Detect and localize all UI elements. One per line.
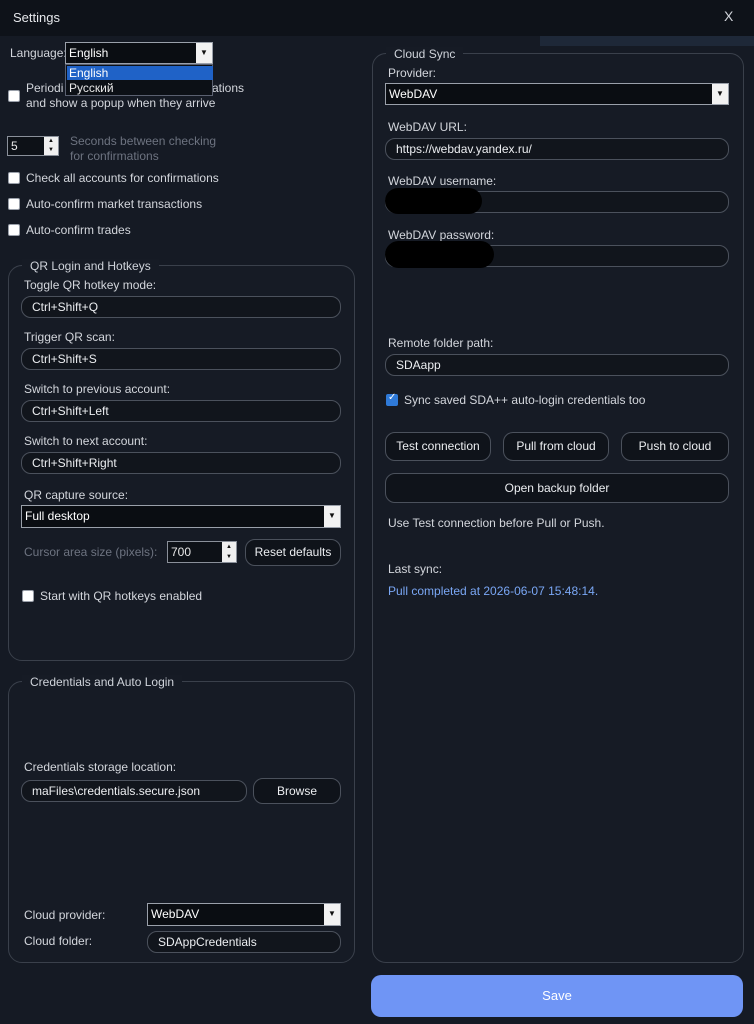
chevron-down-icon[interactable]: ▼ [196, 43, 212, 63]
auto-confirm-trades-checkbox[interactable] [8, 224, 20, 236]
start-with-hotkeys-label: Start with QR hotkeys enabled [40, 589, 203, 603]
cloud-sync-group-title: Cloud Sync [386, 47, 464, 61]
webdav-url-label: WebDAV URL: [388, 120, 467, 134]
sync-credentials-checkbox[interactable] [386, 392, 398, 406]
periodic-check-label: Periodi [26, 81, 64, 95]
credentials-group-title: Credentials and Auto Login [22, 675, 183, 689]
capture-source-label: QR capture source: [24, 488, 129, 502]
cloud-provider-label: Cloud provider: [24, 908, 106, 922]
next-account-label: Switch to next account: [24, 434, 148, 448]
language-option-english[interactable]: English [67, 66, 213, 80]
cloud-provider-select[interactable]: WebDAV ▼ [147, 903, 341, 926]
chevron-down-icon[interactable]: ▼ [712, 84, 728, 104]
periodic-check-label-tail: ations [212, 81, 245, 95]
cursor-area-value: 700 [171, 545, 192, 559]
storage-location-label: Credentials storage location: [24, 760, 177, 774]
close-icon[interactable]: X [724, 8, 733, 24]
seconds-spinbox-value: 5 [11, 139, 18, 153]
periodic-check-checkbox[interactable] [8, 90, 20, 102]
last-sync-status: Pull completed at 2026-06-07 15:48:14. [388, 584, 599, 598]
remote-folder-label: Remote folder path: [388, 336, 494, 350]
prev-account-hotkey-field[interactable]: Ctrl+Shift+Left [21, 400, 341, 422]
spin-buttons[interactable]: ▲ ▼ [222, 542, 236, 562]
seconds-spinbox[interactable]: 5 ▲ ▼ [7, 136, 59, 156]
trigger-qr-label: Trigger QR scan: [24, 330, 115, 344]
cursor-area-spinbox[interactable]: 700 ▲ ▼ [167, 541, 237, 563]
pull-from-cloud-button[interactable]: Pull from cloud [503, 432, 609, 461]
language-label: Language: [10, 46, 67, 60]
chevron-up-icon[interactable]: ▲ [222, 542, 236, 552]
start-with-hotkeys-checkbox[interactable] [22, 590, 34, 602]
title-bar: Settings X [0, 0, 754, 36]
auto-confirm-market-label: Auto-confirm market transactions [26, 197, 203, 211]
provider-value: WebDAV [389, 87, 438, 101]
chevron-down-icon[interactable]: ▼ [222, 552, 236, 562]
chevron-down-icon[interactable]: ▼ [44, 146, 58, 155]
language-dropdown-list: English Русский [65, 64, 213, 96]
browse-button[interactable]: Browse [253, 778, 341, 804]
capture-source-select[interactable]: Full desktop ▼ [21, 505, 341, 528]
toggle-qr-label: Toggle QR hotkey mode: [24, 278, 157, 292]
seconds-label-line1: Seconds between checking [70, 134, 217, 148]
test-connection-button[interactable]: Test connection [385, 432, 491, 461]
language-option-russian[interactable]: Русский [67, 81, 213, 95]
decorative-band [540, 36, 754, 46]
provider-label: Provider: [388, 66, 437, 80]
cloud-folder-label: Cloud folder: [24, 934, 93, 948]
periodic-check-label-line2: and show a popup when they arrive [26, 96, 216, 110]
open-backup-folder-button[interactable]: Open backup folder [385, 473, 729, 503]
capture-source-value: Full desktop [25, 509, 90, 523]
sync-credentials-label: Sync saved SDA++ auto-login credentials … [404, 393, 646, 407]
webdav-password-label: WebDAV password: [388, 228, 495, 242]
cloud-provider-value: WebDAV [151, 907, 200, 921]
cursor-area-label: Cursor area size (pixels): [24, 545, 158, 559]
cloud-hint-text: Use Test connection before Pull or Push. [388, 516, 605, 530]
check-all-accounts-label: Check all accounts for confirmations [26, 171, 219, 185]
prev-account-label: Switch to previous account: [24, 382, 171, 396]
storage-location-field[interactable]: maFiles\credentials.secure.json [21, 780, 247, 802]
chevron-down-icon[interactable]: ▼ [324, 904, 340, 925]
qr-hotkeys-group-title: QR Login and Hotkeys [22, 259, 159, 273]
toggle-qr-hotkey-field[interactable]: Ctrl+Shift+Q [21, 296, 341, 318]
chevron-down-icon[interactable]: ▼ [324, 506, 340, 527]
remote-folder-field[interactable]: SDAapp [385, 354, 729, 376]
chevron-up-icon[interactable]: ▲ [44, 137, 58, 146]
push-to-cloud-button[interactable]: Push to cloud [621, 432, 729, 461]
trigger-qr-hotkey-field[interactable]: Ctrl+Shift+S [21, 348, 341, 370]
reset-defaults-button[interactable]: Reset defaults [245, 539, 341, 566]
provider-select[interactable]: WebDAV ▼ [385, 83, 729, 105]
next-account-hotkey-field[interactable]: Ctrl+Shift+Right [21, 452, 341, 474]
redaction-mark [385, 241, 494, 268]
cloud-folder-field[interactable]: SDAppCredentials [147, 931, 341, 953]
spin-buttons[interactable]: ▲ ▼ [44, 137, 58, 155]
seconds-label-line2: for confirmations [70, 149, 159, 163]
language-select-value: English [69, 46, 109, 60]
window-title: Settings [13, 10, 60, 25]
webdav-username-label: WebDAV username: [388, 174, 497, 188]
last-sync-label: Last sync: [388, 562, 443, 576]
check-all-accounts-checkbox[interactable] [8, 172, 20, 184]
language-select[interactable]: English ▼ [65, 42, 213, 64]
webdav-url-field[interactable]: https://webdav.yandex.ru/ [385, 138, 729, 160]
redaction-mark [385, 188, 482, 214]
auto-confirm-trades-label: Auto-confirm trades [26, 223, 131, 237]
auto-confirm-market-checkbox[interactable] [8, 198, 20, 210]
save-button[interactable]: Save [371, 975, 743, 1017]
